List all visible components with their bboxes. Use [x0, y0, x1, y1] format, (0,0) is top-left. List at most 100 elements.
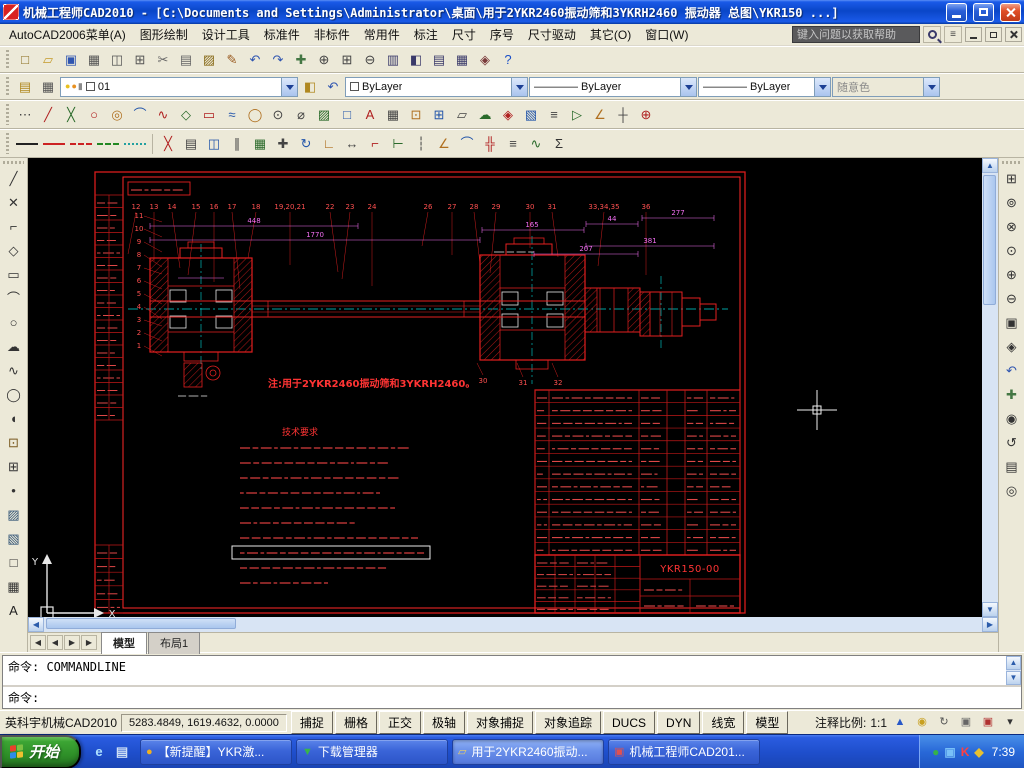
start-button[interactable]: 开始 [0, 735, 81, 768]
layer-previous-icon[interactable]: ↶ [322, 76, 344, 98]
designcenter-icon[interactable]: ◧ [405, 49, 427, 71]
chevron-down-icon[interactable] [281, 78, 297, 96]
zoom-center-icon[interactable]: ⊙ [1000, 239, 1023, 262]
wipeout-tool-icon[interactable]: ▱ [451, 104, 473, 126]
status-toggle[interactable]: 正交 [379, 711, 421, 734]
close-button[interactable] [1000, 3, 1021, 22]
circle-icon[interactable]: ○ [2, 311, 25, 334]
status-toggle[interactable]: 捕捉 [291, 711, 333, 734]
zoom-realtime-icon[interactable]: ⊕ [313, 49, 335, 71]
menu-item[interactable]: 尺寸 [445, 23, 483, 46]
divide-tool-icon[interactable]: ⊙ [267, 104, 289, 126]
scroll-down-icon[interactable]: ▼ [1006, 671, 1021, 685]
chevron-down-icon[interactable] [814, 78, 830, 96]
polygon-tool-icon[interactable]: ◇ [175, 104, 197, 126]
internet-explorer-icon[interactable]: e [89, 742, 109, 762]
linetype-sample-solid-red[interactable] [41, 135, 67, 153]
trim-tool-icon[interactable]: ⌐ [364, 133, 386, 155]
offset-tool-icon[interactable]: ∥ [226, 133, 248, 155]
construction-line-icon[interactable]: ✕ [2, 191, 25, 214]
copy-icon[interactable]: ▤ [175, 49, 197, 71]
lineweight-combo[interactable]: ———— ByLayer [698, 77, 831, 97]
osnap-settings-icon[interactable]: ⊕ [635, 104, 657, 126]
array-tool-icon[interactable]: ▦ [249, 133, 271, 155]
tray-player-k-icon[interactable]: K [961, 745, 970, 759]
revision-cloud-icon[interactable]: ☁ [2, 335, 25, 358]
spline-tool-icon[interactable]: ≈ [221, 104, 243, 126]
pan-icon[interactable]: ✚ [290, 49, 312, 71]
rotate-tool-icon[interactable]: ↻ [295, 133, 317, 155]
fillet-tool-icon[interactable]: ⌒ [456, 133, 478, 155]
document-minimize-button[interactable] [965, 27, 982, 42]
scroll-down-icon[interactable]: ▼ [982, 602, 998, 617]
scale-tool-icon[interactable]: ∟ [318, 133, 340, 155]
text-icon[interactable]: A [2, 599, 25, 622]
help-icon[interactable]: ? [497, 49, 519, 71]
construction-tool-icon[interactable]: ┼ [612, 104, 634, 126]
explode-tool-icon[interactable]: ╬ [479, 133, 501, 155]
minimize-button[interactable] [946, 3, 967, 22]
gradient-icon[interactable]: ▧ [2, 527, 25, 550]
break-tool-icon[interactable]: ┆ [410, 133, 432, 155]
zoom-window-icon[interactable]: ⊞ [336, 49, 358, 71]
document-restore-button[interactable] [985, 27, 1002, 42]
rectangle-tool-icon[interactable]: ▭ [198, 104, 220, 126]
annotation-scale-value[interactable]: 1:1 [870, 716, 887, 730]
canvas-horizontal-scrollbar[interactable]: ◀ ▶ [28, 617, 998, 632]
zoom-in-icon[interactable]: ⊕ [1000, 263, 1023, 286]
annotation-autoscale-icon[interactable]: ↻ [935, 714, 953, 732]
revcloud-tool-icon[interactable]: ☁ [474, 104, 496, 126]
ellipse-tool-icon[interactable]: ◯ [244, 104, 266, 126]
taskbar-item[interactable]: ● 【新提醒】YKR激... [140, 739, 292, 765]
scrollbar-thumb[interactable] [983, 175, 996, 305]
status-toggle[interactable]: 模型 [746, 711, 788, 734]
infocenter-menu-icon[interactable]: ≡ [944, 26, 962, 43]
open-icon[interactable]: ▱ [37, 49, 59, 71]
block-tool-icon[interactable]: ⊡ [405, 104, 427, 126]
arc-icon[interactable]: ⌒ [2, 287, 25, 310]
layer-properties-icon[interactable]: ▤ [14, 76, 36, 98]
sheet-set-manager-icon[interactable]: ▦ [451, 49, 473, 71]
rectangle-icon[interactable]: ▭ [2, 263, 25, 286]
restore-button[interactable] [973, 3, 994, 22]
tray-antivirus-icon[interactable]: ● [932, 745, 939, 759]
paste-icon[interactable]: ▨ [198, 49, 220, 71]
chevron-down-icon[interactable] [680, 78, 696, 96]
zoom-out-icon[interactable]: ⊖ [1000, 287, 1023, 310]
menu-item[interactable]: 非标件 [307, 23, 357, 46]
layout-tab[interactable]: 布局1 [148, 632, 200, 654]
zoom-all-icon[interactable]: ▣ [1000, 311, 1023, 334]
zoom-previous-icon[interactable]: ↶ [1000, 359, 1023, 382]
plot-preview-icon[interactable]: ◫ [106, 49, 128, 71]
linetype-sample-dashed-green[interactable] [95, 135, 121, 153]
multiline-tool-icon[interactable]: ≡ [543, 104, 565, 126]
linetype-sample-dotted-cyan[interactable] [122, 135, 148, 153]
join-tool-icon[interactable]: ≡ [502, 133, 524, 155]
copy-tool-icon[interactable]: ▤ [180, 133, 202, 155]
scroll-left-icon[interactable]: ◀ [28, 617, 44, 632]
canvas-vertical-scrollbar[interactable]: ▲ ▼ [982, 158, 998, 617]
help-search-input[interactable] [792, 26, 920, 43]
polygon-icon[interactable]: ◇ [2, 239, 25, 262]
chevron-down-icon[interactable] [923, 78, 939, 96]
plotstyle-combo[interactable]: 随意色 [832, 77, 940, 97]
table-tool-icon[interactable]: ▦ [382, 104, 404, 126]
menu-item[interactable]: 图形绘制 [133, 23, 195, 46]
toolbar-grip[interactable] [6, 50, 9, 70]
tab-next-button[interactable]: ▶ [64, 635, 80, 650]
status-toggle[interactable]: 对象捕捉 [467, 711, 533, 734]
mtext-tool-icon[interactable]: A [359, 104, 381, 126]
pan-realtime-icon[interactable]: ✚ [1000, 383, 1023, 406]
boundary-tool-icon[interactable]: ◈ [497, 104, 519, 126]
pedit-tool-icon[interactable]: ∿ [525, 133, 547, 155]
make-block-icon[interactable]: ⊞ [2, 455, 25, 478]
menu-item[interactable]: 常用件 [357, 23, 407, 46]
status-toggle[interactable]: 栅格 [335, 711, 377, 734]
polyline-icon[interactable]: ⌐ [2, 215, 25, 238]
ray-tool-icon[interactable]: ▷ [566, 104, 588, 126]
insert-block-icon[interactable]: ⊡ [2, 431, 25, 454]
tray-network-icon[interactable]: ▣ [944, 745, 955, 759]
linetype-sample-solid-black[interactable] [14, 135, 40, 153]
clock[interactable]: 7:39 [989, 745, 1015, 759]
scroll-right-icon[interactable]: ▶ [982, 617, 998, 632]
